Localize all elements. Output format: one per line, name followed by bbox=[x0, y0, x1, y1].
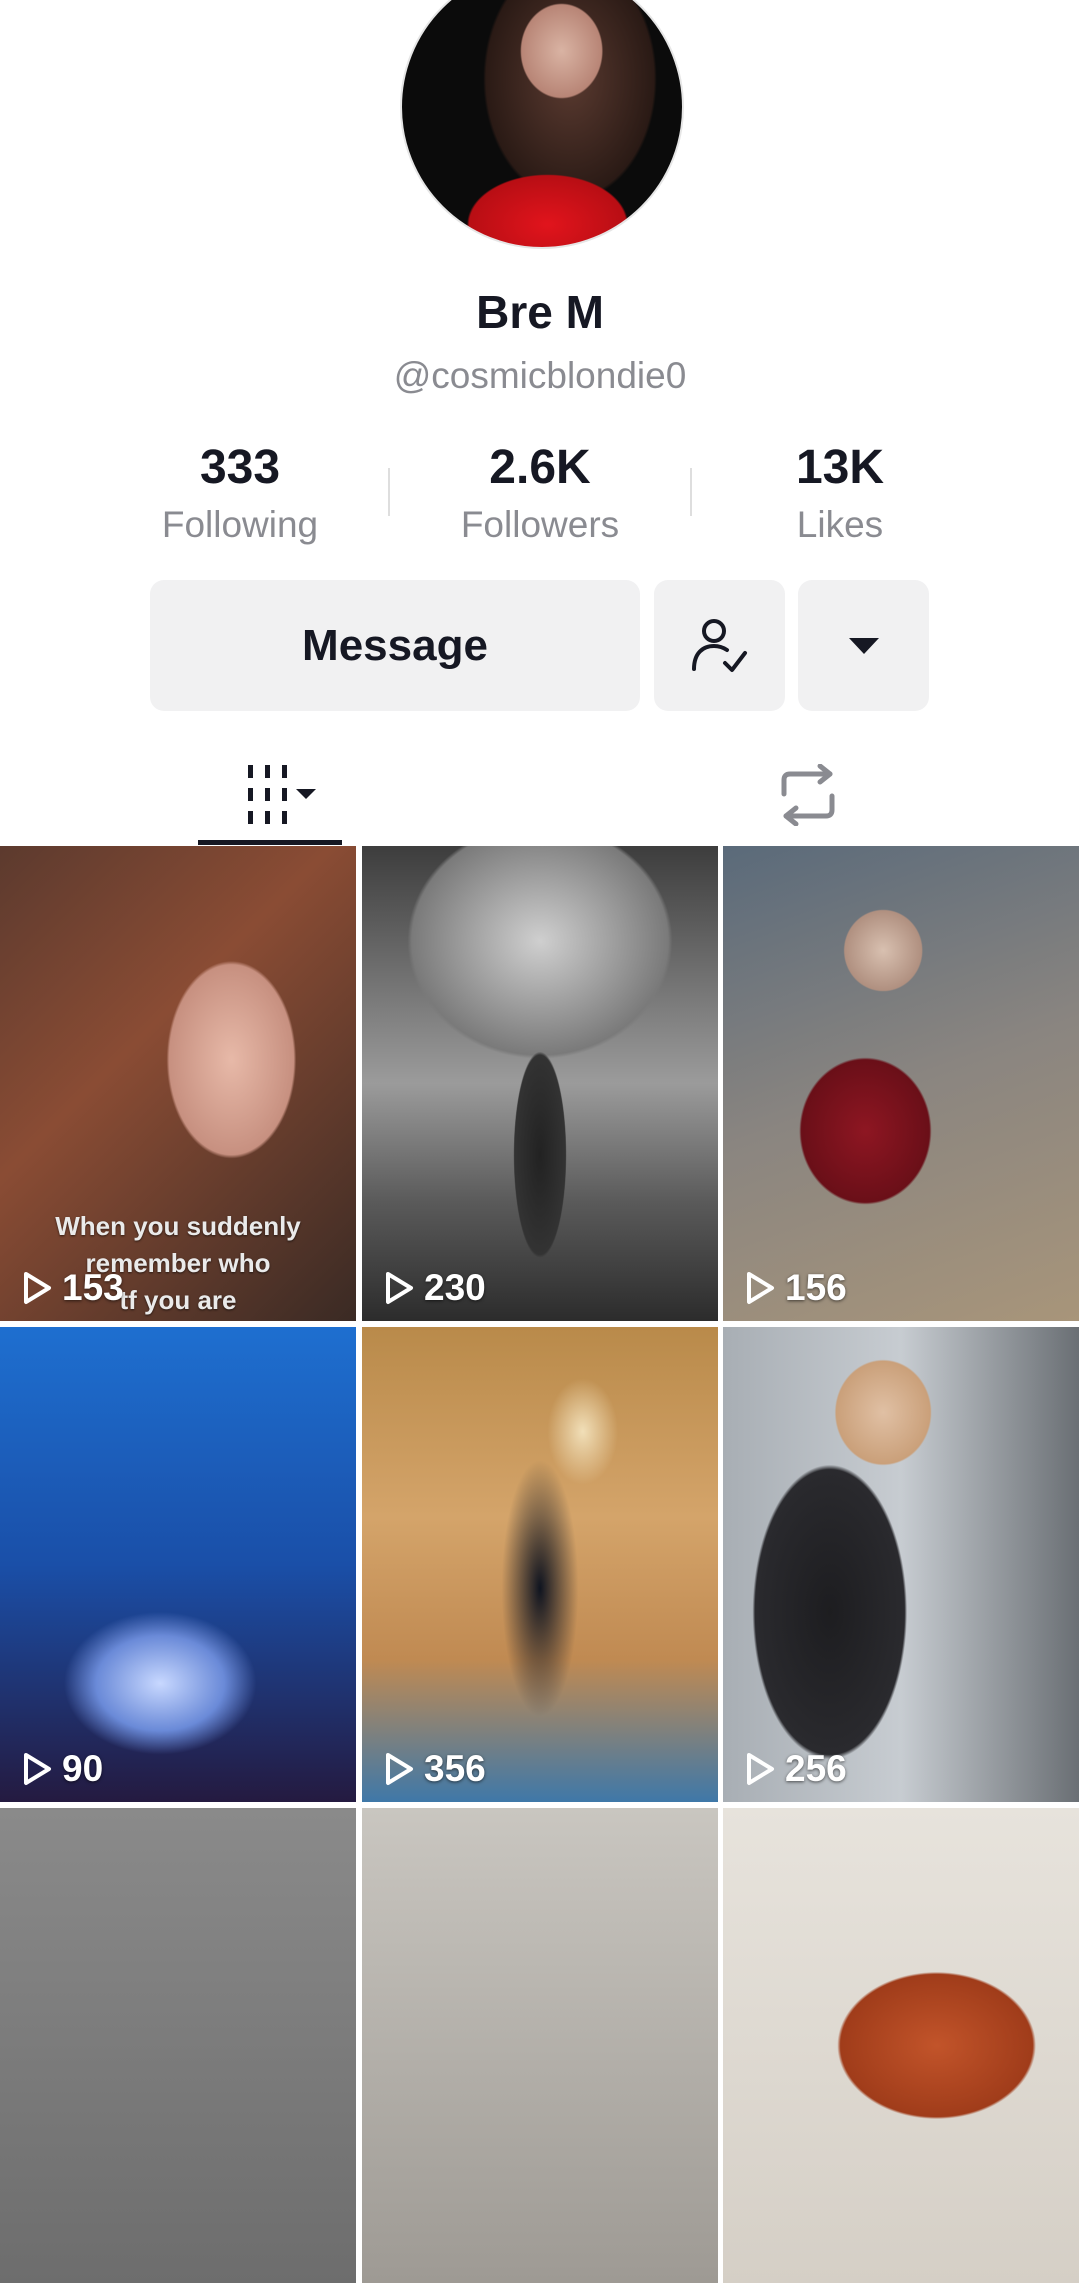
video-thumbnail[interactable]: 356 bbox=[362, 1327, 718, 1802]
repost-icon bbox=[781, 764, 835, 826]
view-count: 153 bbox=[22, 1267, 124, 1309]
play-icon bbox=[24, 1753, 51, 1785]
video-thumbnail[interactable]: 230 bbox=[362, 846, 718, 1321]
caret-down-icon bbox=[848, 637, 879, 654]
message-button-label: Message bbox=[302, 620, 488, 670]
following-status-button[interactable] bbox=[654, 580, 785, 711]
video-thumbnail[interactable] bbox=[362, 1808, 718, 2283]
video-thumbnail[interactable]: 156 bbox=[723, 846, 1079, 1321]
stat-following-label: Following bbox=[161, 504, 319, 545]
video-thumbnail[interactable]: When you suddenly remember who tf you ar… bbox=[0, 846, 356, 1321]
stat-likes-count: 13K bbox=[795, 441, 885, 494]
stat-following-count: 333 bbox=[199, 441, 281, 494]
view-count: 356 bbox=[384, 1748, 486, 1790]
active-tab-indicator bbox=[198, 840, 342, 845]
play-icon bbox=[747, 1753, 774, 1785]
profile-avatar[interactable] bbox=[400, 0, 684, 249]
stat-followers-label: Followers bbox=[460, 504, 620, 545]
message-button[interactable]: Message bbox=[150, 580, 640, 711]
person-check-icon bbox=[691, 618, 747, 672]
view-count: 90 bbox=[22, 1748, 103, 1790]
video-thumbnail[interactable]: 90 bbox=[0, 1327, 356, 1802]
tab-reposts[interactable] bbox=[748, 745, 868, 845]
suggested-accounts-button[interactable] bbox=[798, 580, 929, 711]
stat-followers[interactable]: 2.6K Followers bbox=[430, 440, 650, 552]
tab-videos[interactable] bbox=[198, 745, 342, 845]
stat-likes[interactable]: 13K Likes bbox=[730, 440, 950, 552]
view-count: 156 bbox=[745, 1267, 847, 1309]
view-count: 256 bbox=[745, 1748, 847, 1790]
play-icon bbox=[386, 1753, 413, 1785]
stat-divider bbox=[388, 468, 390, 516]
play-icon bbox=[386, 1272, 413, 1304]
play-icon bbox=[747, 1272, 774, 1304]
video-thumbnail[interactable]: 256 bbox=[723, 1327, 1079, 1802]
stat-divider bbox=[690, 468, 692, 516]
video-thumbnail[interactable] bbox=[723, 1808, 1079, 2283]
video-thumbnail[interactable] bbox=[0, 1808, 356, 2283]
profile-name: Bre M bbox=[476, 286, 604, 338]
play-icon bbox=[24, 1272, 51, 1304]
grid-icon bbox=[248, 765, 316, 824]
stat-followers-count: 2.6K bbox=[489, 441, 591, 494]
stat-likes-label: Likes bbox=[796, 504, 884, 545]
view-count: 230 bbox=[384, 1267, 486, 1309]
profile-handle: @cosmicblondie0 bbox=[393, 355, 687, 396]
stat-following[interactable]: 333 Following bbox=[130, 440, 350, 552]
